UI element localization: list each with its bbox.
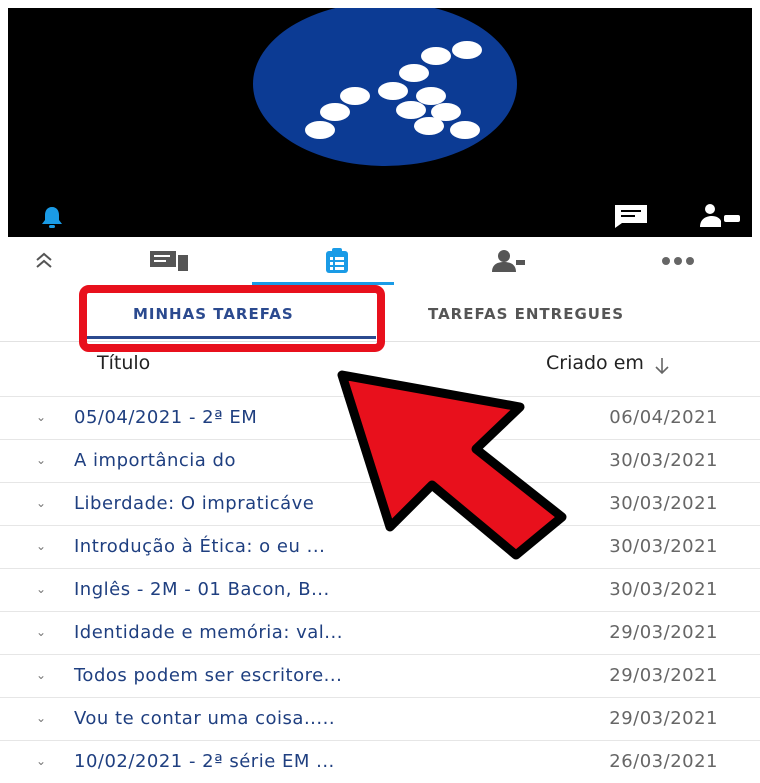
assignment-date: 29/03/2021 bbox=[609, 708, 718, 729]
assignment-date: 29/03/2021 bbox=[609, 665, 718, 686]
chevron-down-icon[interactable]: ⌄ bbox=[36, 410, 46, 424]
assignment-date: 29/03/2021 bbox=[609, 622, 718, 643]
assignment-title[interactable]: A importância do bbox=[74, 450, 236, 471]
chevron-down-icon[interactable]: ⌄ bbox=[36, 754, 46, 768]
table-row[interactable]: ⌄ Todos podem ser escritore... 29/03/202… bbox=[0, 654, 760, 697]
assignment-date: 30/03/2021 bbox=[609, 536, 718, 557]
bell-icon[interactable] bbox=[38, 205, 66, 229]
chat-board-icon bbox=[150, 251, 188, 271]
tab-delivered-tasks[interactable]: TAREFAS ENTREGUES bbox=[428, 305, 624, 323]
team-logo bbox=[253, 8, 517, 166]
table-row[interactable]: ⌄ Identidade e memória: val... 29/03/202… bbox=[0, 611, 760, 654]
tab-posts[interactable] bbox=[130, 237, 210, 285]
chat-icon[interactable] bbox=[612, 203, 650, 229]
assignment-title[interactable]: Todos podem ser escritore... bbox=[74, 665, 342, 686]
tab-members[interactable] bbox=[474, 237, 544, 285]
chevron-down-icon[interactable]: ⌄ bbox=[36, 711, 46, 725]
chevron-down-icon[interactable]: ⌄ bbox=[36, 496, 46, 510]
assignment-title[interactable]: Inglês - 2M - 01 Bacon, B... bbox=[74, 579, 330, 600]
assignment-title[interactable]: Vou te contar uma coisa..... bbox=[74, 708, 335, 729]
channel-header bbox=[8, 8, 752, 237]
arrow-down-icon bbox=[655, 358, 669, 375]
assignment-title[interactable]: Liberdade: O impraticáve bbox=[74, 493, 314, 514]
assignment-date: 06/04/2021 bbox=[609, 407, 718, 428]
clipboard-list-icon bbox=[326, 248, 348, 273]
column-header-title[interactable]: Título bbox=[97, 352, 150, 392]
assignment-date: 30/03/2021 bbox=[609, 493, 718, 514]
chevron-down-icon[interactable]: ⌄ bbox=[36, 539, 46, 553]
more-dots-icon bbox=[662, 257, 694, 265]
chevron-down-icon[interactable]: ⌄ bbox=[36, 625, 46, 639]
table-row[interactable]: ⌄ Vou te contar uma coisa..... 29/03/202… bbox=[0, 697, 760, 740]
table-row[interactable]: ⌄ Inglês - 2M - 01 Bacon, B... 30/03/202… bbox=[0, 568, 760, 611]
assignment-title[interactable]: 05/04/2021 - 2ª EM bbox=[74, 407, 257, 428]
chevron-down-icon[interactable]: ⌄ bbox=[36, 582, 46, 596]
chevron-down-icon[interactable]: ⌄ bbox=[36, 453, 46, 467]
assignment-date: 30/03/2021 bbox=[609, 579, 718, 600]
chevron-up-double-icon bbox=[36, 252, 52, 268]
chevron-down-icon[interactable]: ⌄ bbox=[36, 668, 46, 682]
tab-assignments[interactable] bbox=[292, 237, 382, 285]
more-button[interactable] bbox=[648, 237, 708, 285]
annotation-arrow bbox=[337, 370, 567, 560]
channel-toolbar bbox=[0, 237, 760, 285]
assignment-title[interactable]: Identidade e memória: val... bbox=[74, 622, 343, 643]
highlight-annotation-box bbox=[79, 285, 385, 352]
person-icon bbox=[492, 250, 525, 272]
assignment-date: 30/03/2021 bbox=[609, 450, 718, 471]
collapse-button[interactable] bbox=[22, 237, 66, 285]
person-call-icon[interactable] bbox=[698, 203, 744, 229]
